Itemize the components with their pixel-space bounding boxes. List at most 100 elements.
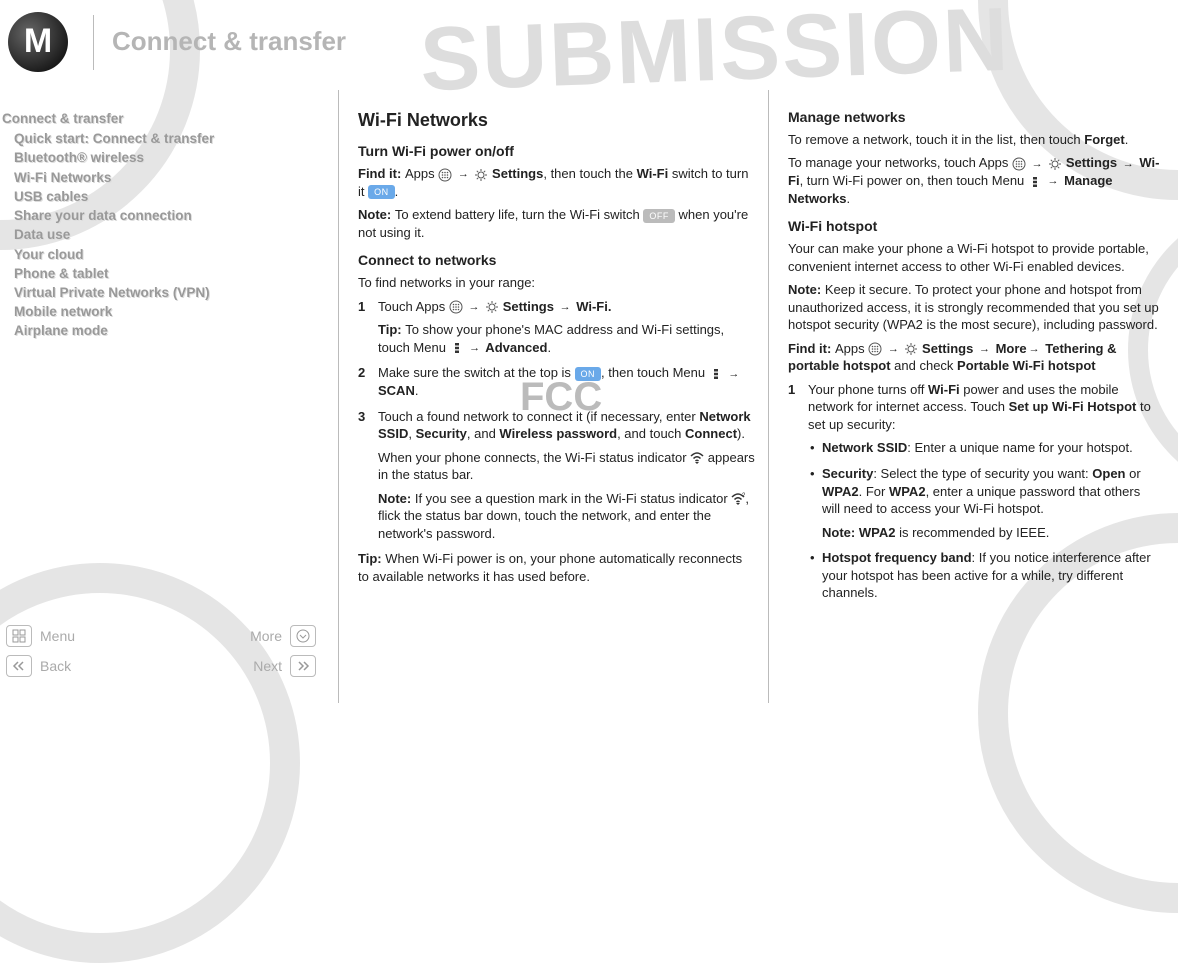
text: . <box>1125 132 1129 147</box>
text-bold: Connect <box>685 426 737 441</box>
sidebar-nav: Connect & transfer Quick start: Connect … <box>2 110 302 342</box>
text: : Select the type of security you want: <box>873 466 1092 481</box>
arrow-icon: → <box>977 343 992 355</box>
arrow-icon: → <box>558 301 573 313</box>
note-line: Note: Keep it secure. To protect your ph… <box>788 281 1160 334</box>
more-label: More <box>161 627 282 646</box>
arrow-icon: → <box>886 343 901 355</box>
findit-line: Find it: Apps → Settings, then touch the… <box>358 165 755 200</box>
text: : Enter a unique name for your hotspot. <box>907 440 1132 455</box>
off-pill: OFF <box>643 209 675 223</box>
bullet-text: Security: Select the type of security yo… <box>822 465 1160 518</box>
nav-item-vpn[interactable]: Virtual Private Networks (VPN) <box>14 284 302 302</box>
text: . <box>547 340 551 355</box>
nav-item-cloud[interactable]: Your cloud <box>14 246 302 264</box>
wifi-question-icon <box>731 492 745 506</box>
menu-icon <box>709 367 723 381</box>
watermark-arc <box>0 563 300 963</box>
text: Apps <box>405 166 438 181</box>
text-bold: Settings <box>488 166 543 181</box>
text: , turn Wi-Fi power on, then touch Menu <box>800 173 1028 188</box>
text-bold: SCAN <box>378 383 415 398</box>
text-bold: Hotspot frequency band <box>822 550 972 565</box>
bullet-note: Note: WPA2 is recommended by IEEE. <box>822 524 1160 542</box>
note-label: Note: <box>788 282 825 297</box>
nav-item-wifi[interactable]: Wi-Fi Networks <box>14 169 302 187</box>
text-bold: Advanced <box>482 340 547 355</box>
watermark-text: SUBMISSION <box>418 0 1012 122</box>
gear-icon <box>1048 157 1062 171</box>
nav-item-bluetooth[interactable]: Bluetooth® wireless <box>14 149 302 167</box>
text-bold: Network SSID <box>822 440 907 455</box>
step-1: 1 Your phone turns off Wi-Fi power and u… <box>788 381 1160 602</box>
content-column-2: Manage networks To remove a network, tou… <box>788 108 1168 610</box>
step-1: 1 Touch Apps → Settings → Wi-Fi. Tip: To… <box>358 298 755 357</box>
menu-icon <box>450 341 464 355</box>
findit-label: Find it: <box>788 341 835 356</box>
double-left-icon <box>11 660 27 672</box>
text-bold: WPA2 <box>822 484 859 499</box>
text-bold: Settings <box>918 341 977 356</box>
nav-item-quickstart[interactable]: Quick start: Connect & transfer <box>14 130 302 148</box>
tip-label: Tip: <box>378 322 405 337</box>
text-bold: More <box>992 341 1027 356</box>
step-text: Touch a found network to connect it (if … <box>378 408 755 443</box>
text: . <box>847 191 851 206</box>
text: , then touch the <box>543 166 636 181</box>
hotspot-steps: 1 Your phone turns off Wi-Fi power and u… <box>788 381 1160 602</box>
nav-item-phonetablet[interactable]: Phone & tablet <box>14 265 302 283</box>
text: . For <box>859 484 889 499</box>
on-pill: ON <box>575 367 602 381</box>
text: Apps <box>835 341 868 356</box>
steps-list: 1 Touch Apps → Settings → Wi-Fi. Tip: To… <box>358 298 755 543</box>
arrow-icon: → <box>1030 158 1045 170</box>
column-divider <box>338 90 339 703</box>
step-text: Touch Apps → Settings → Wi-Fi. <box>378 298 755 316</box>
header-divider <box>93 15 94 70</box>
arrow-icon: → <box>1046 175 1061 187</box>
text: is recommended by IEEE. <box>895 525 1049 540</box>
text-bold: Open <box>1092 466 1125 481</box>
step-2: 2 Make sure the switch at the top is ON,… <box>358 364 755 399</box>
note-label: Note: <box>378 491 415 506</box>
nav-item-datause[interactable]: Data use <box>14 226 302 244</box>
text-bold: Settings <box>1062 155 1121 170</box>
nav-heading[interactable]: Connect & transfer <box>2 110 302 128</box>
back-button[interactable] <box>6 655 32 677</box>
nav-item-share[interactable]: Share your data connection <box>14 207 302 225</box>
text-bold: Wireless password <box>499 426 617 441</box>
text-bold: WPA2 <box>859 525 896 540</box>
subheading-hotspot: Wi-Fi hotspot <box>788 217 1160 236</box>
subheading-power: Turn Wi-Fi power on/off <box>358 142 755 161</box>
page-title: Connect & transfer <box>112 24 346 59</box>
next-button[interactable] <box>290 655 316 677</box>
step-text-2: When your phone connects, the Wi-Fi stat… <box>378 449 755 484</box>
menu-button[interactable] <box>6 625 32 647</box>
section-heading-wifi-networks: Wi-Fi Networks <box>358 108 755 132</box>
step-text: Make sure the switch at the top is ON, t… <box>378 364 755 399</box>
nav-item-mobilenet[interactable]: Mobile network <box>14 303 302 321</box>
text: Touch a found network to connect it (if … <box>378 409 699 424</box>
subheading-connect: Connect to networks <box>358 251 755 270</box>
bullet-ssid: Network SSID: Enter a unique name for yo… <box>808 439 1160 457</box>
text-line: Your can make your phone a Wi-Fi hotspot… <box>788 240 1160 275</box>
more-button[interactable] <box>290 625 316 647</box>
wifi-icon <box>690 451 704 465</box>
arrow-icon: → <box>467 342 482 354</box>
nav-item-usb[interactable]: USB cables <box>14 188 302 206</box>
apps-icon <box>438 168 452 182</box>
apps-icon <box>1012 157 1026 171</box>
text: To show your phone's MAC address and Wi-… <box>378 322 724 355</box>
text: Your phone turns off <box>808 382 928 397</box>
arrow-icon: → <box>1121 158 1136 170</box>
text: To remove a network, touch it in the lis… <box>788 132 1084 147</box>
text: Touch Apps <box>378 299 449 314</box>
motorola-logo-letter: M <box>24 19 52 65</box>
findit-label: Find it: <box>358 166 405 181</box>
text: Keep it secure. To protect your phone an… <box>788 282 1159 332</box>
header: M Connect & transfer <box>0 12 346 72</box>
tip-text: Tip: To show your phone's MAC address an… <box>378 321 755 356</box>
nav-item-airplane[interactable]: Airplane mode <box>14 322 302 340</box>
tip-tail: Tip: When Wi-Fi power is on, your phone … <box>358 550 755 585</box>
note-text: Note: If you see a question mark in the … <box>378 490 755 543</box>
